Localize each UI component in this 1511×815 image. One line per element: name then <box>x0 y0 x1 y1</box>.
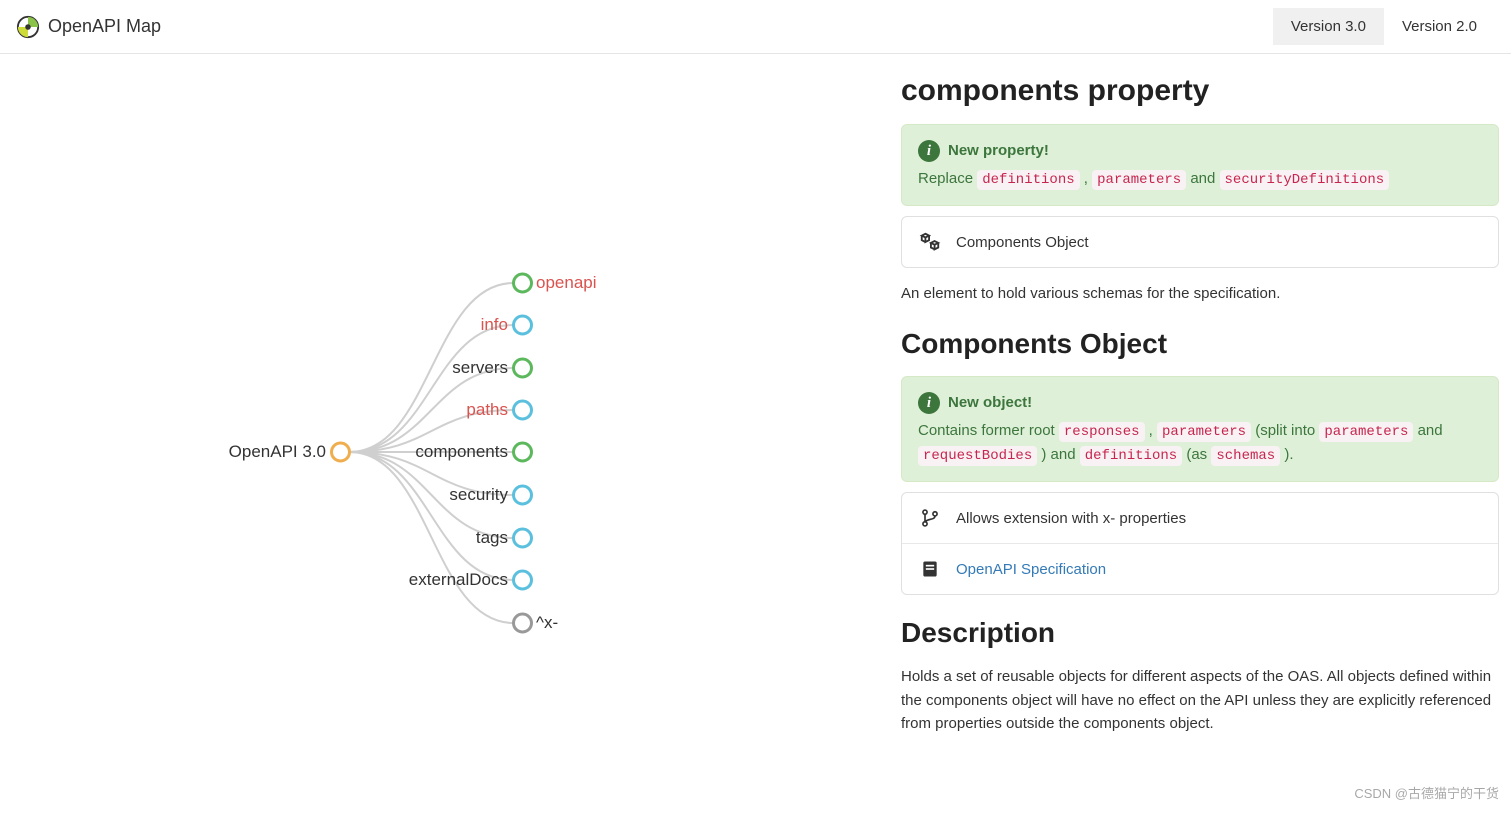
tree-node-components[interactable]: components <box>348 442 508 462</box>
detail-panel: components property i New property! Repl… <box>901 54 1511 810</box>
cubes-icon <box>918 231 942 253</box>
card-components-object-link[interactable]: Components Object <box>901 216 1499 268</box>
callout-title: New property! <box>948 139 1049 163</box>
info-icon: i <box>918 392 940 414</box>
section-title-components-object: Components Object <box>901 328 1499 360</box>
tree-node-tags[interactable]: tags <box>348 528 508 548</box>
tree-node-security[interactable]: security <box>348 485 508 505</box>
tree-node-openapi[interactable]: openapi <box>536 273 597 293</box>
main: openapi info servers paths components securit… <box>0 54 1511 810</box>
tree-node-servers[interactable]: servers <box>348 358 508 378</box>
callout-new-property: i New property! Replace definitions , pa… <box>901 124 1499 206</box>
section-title-description: Description <box>901 617 1499 649</box>
tree-node-paths[interactable]: paths <box>348 400 508 420</box>
para-description: Holds a set of reusable objects for diff… <box>901 665 1499 735</box>
logo-icon <box>16 14 40 40</box>
card-object-details: Allows extension with x- properties Open… <box>901 492 1499 595</box>
brand-text: OpenAPI Map <box>48 16 161 37</box>
tree-node-x[interactable]: ^x- <box>536 613 558 633</box>
info-icon: i <box>918 140 940 162</box>
callout-new-object: i New object! Contains former root respo… <box>901 376 1499 483</box>
book-icon <box>918 558 942 580</box>
header: OpenAPI Map Version 3.0 Version 2.0 <box>0 0 1511 54</box>
card-row-label: Allows extension with x- properties <box>956 510 1186 527</box>
section-title-components-property: components property <box>901 74 1499 108</box>
card-row-extension[interactable]: Allows extension with x- properties <box>902 493 1498 543</box>
callout-body: Replace definitions , parameters and sec… <box>918 167 1482 191</box>
tree-node-root[interactable]: OpenAPI 3.0 <box>206 442 326 462</box>
tab-version-20[interactable]: Version 2.0 <box>1384 8 1495 45</box>
tree-node-info[interactable]: info <box>348 315 508 335</box>
branch-icon <box>918 507 942 529</box>
tab-version-30[interactable]: Version 3.0 <box>1273 8 1384 45</box>
callout-title: New object! <box>948 391 1032 415</box>
card-row-spec-link[interactable]: OpenAPI Specification <box>902 543 1498 594</box>
tree-graph[interactable]: openapi info servers paths components securit… <box>0 54 901 810</box>
card-row-label: OpenAPI Specification <box>956 561 1106 578</box>
version-tabs: Version 3.0 Version 2.0 <box>1273 8 1495 45</box>
para-element-hold: An element to hold various schemas for t… <box>901 282 1499 305</box>
card-label: Components Object <box>956 234 1089 251</box>
brand[interactable]: OpenAPI Map <box>16 14 161 40</box>
tree-node-externalDocs[interactable]: externalDocs <box>348 570 508 590</box>
callout-body: Contains former root responses , paramet… <box>918 419 1482 468</box>
watermark: CSDN @古德猫宁的干货 <box>1354 783 1499 802</box>
